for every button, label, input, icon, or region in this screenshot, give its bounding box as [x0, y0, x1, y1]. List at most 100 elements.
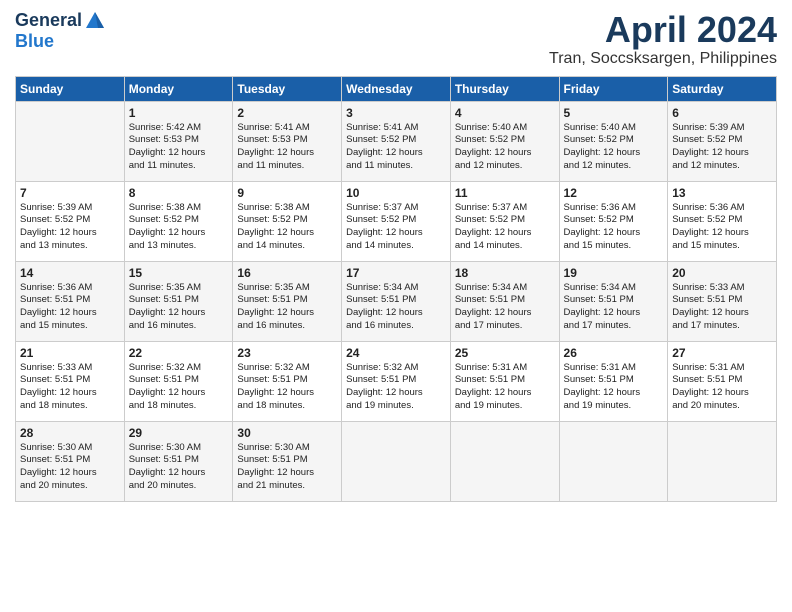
- day-number: 29: [129, 426, 229, 440]
- calendar-cell: 26Sunrise: 5:31 AM Sunset: 5:51 PM Dayli…: [559, 341, 668, 421]
- logo-blue: Blue: [15, 32, 54, 52]
- cell-content: Sunrise: 5:36 AM Sunset: 5:52 PM Dayligh…: [564, 202, 664, 253]
- cell-content: Sunrise: 5:31 AM Sunset: 5:51 PM Dayligh…: [564, 362, 664, 413]
- col-header-friday: Friday: [559, 76, 668, 101]
- cell-content: Sunrise: 5:34 AM Sunset: 5:51 PM Dayligh…: [455, 282, 555, 333]
- day-number: 6: [672, 106, 772, 120]
- day-number: 16: [237, 266, 337, 280]
- cell-content: Sunrise: 5:31 AM Sunset: 5:51 PM Dayligh…: [672, 362, 772, 413]
- calendar-cell: 12 Sunrise: 5:36 AM Sunset: 5:52 PM Dayli…: [559, 181, 668, 261]
- cell-content: Sunrise: 5:39 AM Sunset: 5:52 PM Dayligh…: [672, 122, 772, 173]
- calendar-cell: 30Sunrise: 5:30 AM Sunset: 5:51 PM Dayli…: [233, 421, 342, 501]
- calendar-cell: 18 Sunrise: 5:34 AM Sunset: 5:51 PM Dayli…: [450, 261, 559, 341]
- cell-content: Sunrise: 5:34 AM Sunset: 5:51 PM Dayligh…: [346, 282, 446, 333]
- cell-content: Sunrise: 5:34 AM Sunset: 5:51 PM Dayligh…: [564, 282, 664, 333]
- calendar-cell: 29 Sunrise: 5:30 AM Sunset: 5:51 PM Dayli…: [124, 421, 233, 501]
- calendar-cell: [559, 421, 668, 501]
- title-area: April 2024 Tran, Soccsksargen, Philippin…: [549, 10, 777, 68]
- calendar-cell: 25 Sunrise: 5:31 AM Sunset: 5:51 PM Dayli…: [450, 341, 559, 421]
- day-number: 1: [129, 106, 229, 120]
- day-number: 13: [672, 186, 772, 200]
- day-number: 12: [564, 186, 664, 200]
- cell-content: Sunrise: 5:36 AM Sunset: 5:52 PM Dayligh…: [672, 202, 772, 253]
- col-header-monday: Monday: [124, 76, 233, 101]
- calendar-week-row: 21 Sunrise: 5:33 AM Sunset: 5:51 PM Dayli…: [16, 341, 777, 421]
- calendar-cell: 23 Sunrise: 5:32 AM Sunset: 5:51 PM Dayli…: [233, 341, 342, 421]
- calendar-cell: 1 Sunrise: 5:42 AM Sunset: 5:53 PM Daylig…: [124, 101, 233, 181]
- day-number: 21: [20, 346, 120, 360]
- calendar-cell: 14 Sunrise: 5:36 AM Sunset: 5:51 PM Dayli…: [16, 261, 125, 341]
- calendar-cell: 9 Sunrise: 5:38 AM Sunset: 5:52 PM Daylig…: [233, 181, 342, 261]
- day-number: 10: [346, 186, 446, 200]
- calendar-cell: 7 Sunrise: 5:39 AM Sunset: 5:52 PM Daylig…: [16, 181, 125, 261]
- day-number: 14: [20, 266, 120, 280]
- cell-content: Sunrise: 5:30 AM Sunset: 5:51 PM Dayligh…: [20, 442, 120, 493]
- logo-icon: [84, 10, 106, 32]
- logo-general: General: [15, 11, 82, 31]
- day-number: 5: [564, 106, 664, 120]
- calendar-week-row: 7 Sunrise: 5:39 AM Sunset: 5:52 PM Daylig…: [16, 181, 777, 261]
- day-number: 17: [346, 266, 446, 280]
- day-number: 25: [455, 346, 555, 360]
- day-number: 3: [346, 106, 446, 120]
- calendar-cell: 28 Sunrise: 5:30 AM Sunset: 5:51 PM Dayli…: [16, 421, 125, 501]
- day-number: 24: [346, 346, 446, 360]
- day-number: 7: [20, 186, 120, 200]
- calendar-week-row: 1 Sunrise: 5:42 AM Sunset: 5:53 PM Daylig…: [16, 101, 777, 181]
- col-header-wednesday: Wednesday: [342, 76, 451, 101]
- day-number: 20: [672, 266, 772, 280]
- day-number: 18: [455, 266, 555, 280]
- cell-content: Sunrise: 5:32 AM Sunset: 5:51 PM Dayligh…: [237, 362, 337, 413]
- cell-content: Sunrise: 5:33 AM Sunset: 5:51 PM Dayligh…: [20, 362, 120, 413]
- cell-content: Sunrise: 5:42 AM Sunset: 5:53 PM Dayligh…: [129, 122, 229, 173]
- day-number: 8: [129, 186, 229, 200]
- col-header-sunday: Sunday: [16, 76, 125, 101]
- calendar-cell: [16, 101, 125, 181]
- cell-content: Sunrise: 5:39 AM Sunset: 5:52 PM Dayligh…: [20, 202, 120, 253]
- calendar-cell: 4 Sunrise: 5:40 AM Sunset: 5:52 PM Daylig…: [450, 101, 559, 181]
- cell-content: Sunrise: 5:37 AM Sunset: 5:52 PM Dayligh…: [455, 202, 555, 253]
- cell-content: Sunrise: 5:40 AM Sunset: 5:52 PM Dayligh…: [455, 122, 555, 173]
- cell-content: Sunrise: 5:41 AM Sunset: 5:52 PM Dayligh…: [346, 122, 446, 173]
- calendar-cell: 16 Sunrise: 5:35 AM Sunset: 5:51 PM Dayli…: [233, 261, 342, 341]
- cell-content: Sunrise: 5:31 AM Sunset: 5:51 PM Dayligh…: [455, 362, 555, 413]
- calendar-cell: 8Sunrise: 5:38 AM Sunset: 5:52 PM Daylig…: [124, 181, 233, 261]
- calendar-cell: 17 Sunrise: 5:34 AM Sunset: 5:51 PM Dayli…: [342, 261, 451, 341]
- calendar-cell: 3 Sunrise: 5:41 AM Sunset: 5:52 PM Daylig…: [342, 101, 451, 181]
- calendar-cell: 2 Sunrise: 5:41 AM Sunset: 5:53 PM Daylig…: [233, 101, 342, 181]
- cell-content: Sunrise: 5:33 AM Sunset: 5:51 PM Dayligh…: [672, 282, 772, 333]
- day-number: 4: [455, 106, 555, 120]
- location-title: Tran, Soccsksargen, Philippines: [549, 50, 777, 68]
- day-number: 9: [237, 186, 337, 200]
- logo: General Blue: [15, 10, 106, 52]
- cell-content: Sunrise: 5:36 AM Sunset: 5:51 PM Dayligh…: [20, 282, 120, 333]
- day-number: 28: [20, 426, 120, 440]
- calendar-table: SundayMondayTuesdayWednesdayThursdayFrid…: [15, 76, 777, 502]
- calendar-cell: 13 Sunrise: 5:36 AM Sunset: 5:52 PM Dayli…: [668, 181, 777, 261]
- cell-content: Sunrise: 5:37 AM Sunset: 5:52 PM Dayligh…: [346, 202, 446, 253]
- cell-content: Sunrise: 5:30 AM Sunset: 5:51 PM Dayligh…: [129, 442, 229, 493]
- col-header-tuesday: Tuesday: [233, 76, 342, 101]
- cell-content: Sunrise: 5:40 AM Sunset: 5:52 PM Dayligh…: [564, 122, 664, 173]
- page-header: General Blue April 2024 Tran, Soccsksarg…: [15, 10, 777, 68]
- calendar-cell: 6 Sunrise: 5:39 AM Sunset: 5:52 PM Daylig…: [668, 101, 777, 181]
- day-number: 27: [672, 346, 772, 360]
- calendar-cell: 22Sunrise: 5:32 AM Sunset: 5:51 PM Dayli…: [124, 341, 233, 421]
- day-number: 15: [129, 266, 229, 280]
- day-number: 23: [237, 346, 337, 360]
- cell-content: Sunrise: 5:30 AM Sunset: 5:51 PM Dayligh…: [237, 442, 337, 493]
- day-number: 11: [455, 186, 555, 200]
- calendar-cell: 21 Sunrise: 5:33 AM Sunset: 5:51 PM Dayli…: [16, 341, 125, 421]
- cell-content: Sunrise: 5:35 AM Sunset: 5:51 PM Dayligh…: [129, 282, 229, 333]
- calendar-cell: 10 Sunrise: 5:37 AM Sunset: 5:52 PM Dayli…: [342, 181, 451, 261]
- cell-content: Sunrise: 5:32 AM Sunset: 5:51 PM Dayligh…: [129, 362, 229, 413]
- day-number: 2: [237, 106, 337, 120]
- cell-content: Sunrise: 5:35 AM Sunset: 5:51 PM Dayligh…: [237, 282, 337, 333]
- calendar-cell: 5 Sunrise: 5:40 AM Sunset: 5:52 PM Daylig…: [559, 101, 668, 181]
- day-number: 19: [564, 266, 664, 280]
- calendar-cell: 15 Sunrise: 5:35 AM Sunset: 5:51 PM Dayli…: [124, 261, 233, 341]
- calendar-cell: 20 Sunrise: 5:33 AM Sunset: 5:51 PM Dayli…: [668, 261, 777, 341]
- month-year-title: April 2024: [549, 10, 777, 50]
- cell-content: Sunrise: 5:41 AM Sunset: 5:53 PM Dayligh…: [237, 122, 337, 173]
- cell-content: Sunrise: 5:38 AM Sunset: 5:52 PM Dayligh…: [237, 202, 337, 253]
